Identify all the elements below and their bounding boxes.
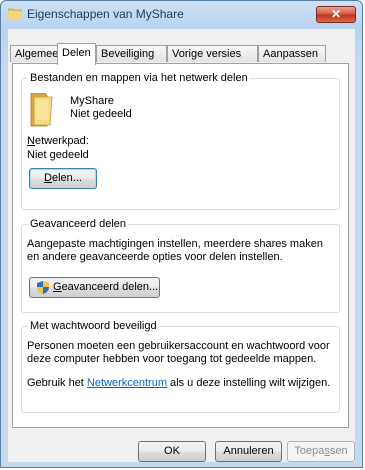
folder-share-status: Niet gedeeld bbox=[70, 108, 132, 120]
tab-panel-delen: Bestanden en mappen via het netwerk dele… bbox=[12, 63, 349, 428]
network-center-link[interactable]: Netwerkcentrum bbox=[87, 377, 167, 389]
folder-icon bbox=[30, 93, 53, 127]
tab-aanpassen[interactable]: Aanpassen bbox=[258, 45, 326, 62]
password-protection-description: Personen moeten een gebruikersaccount en… bbox=[27, 340, 330, 365]
properties-window: Eigenschappen van MyShare ✕ Algemeen Del… bbox=[0, 0, 363, 468]
ok-button[interactable]: OK bbox=[138, 441, 206, 462]
tab-delen[interactable]: Delen bbox=[57, 43, 96, 65]
close-button[interactable]: ✕ bbox=[316, 6, 356, 23]
advanced-sharing-button[interactable]: Geavanceerd delen... bbox=[29, 277, 160, 298]
shield-icon bbox=[37, 281, 49, 294]
tab-algemeen[interactable]: Algemeen bbox=[10, 45, 65, 62]
tab-vorige-versies[interactable]: Vorige versies bbox=[167, 45, 258, 62]
password-protection-title: Met wachtwoord beveiligd bbox=[28, 320, 159, 332]
advanced-sharing-title: Geavanceerd delen bbox=[28, 218, 129, 230]
title-bar[interactable]: Eigenschappen van MyShare ✕ bbox=[1, 1, 362, 27]
apply-button[interactable]: Toepassen bbox=[287, 441, 355, 462]
advanced-sharing-group: Geavanceerd delen Aangepaste machtiginge… bbox=[21, 218, 340, 313]
network-center-hint: Gebruik het Netwerkcentrum als u deze in… bbox=[27, 377, 331, 389]
network-path-label: Netwerkpad: bbox=[27, 135, 89, 147]
password-protection-group: Met wachtwoord beveiligd Personen moeten… bbox=[21, 320, 340, 413]
advanced-sharing-description: Aangepaste machtigingen instellen, meerd… bbox=[27, 238, 323, 263]
tab-beveiliging[interactable]: Beveiliging bbox=[96, 45, 167, 62]
window-title: Eigenschappen van MyShare bbox=[27, 7, 184, 21]
share-group: Bestanden en mappen via het netwerk dele… bbox=[21, 72, 340, 210]
folder-name: MyShare bbox=[70, 95, 115, 107]
cancel-button[interactable]: Annuleren bbox=[215, 441, 282, 462]
dialog-client: Algemeen Delen Beveiliging Vorige versie… bbox=[8, 29, 355, 462]
network-path-value: Niet gedeeld bbox=[27, 149, 89, 161]
share-group-title: Bestanden en mappen via het netwerk dele… bbox=[28, 72, 250, 84]
share-button[interactable]: Delen... bbox=[29, 168, 97, 189]
folder-icon bbox=[8, 8, 22, 19]
